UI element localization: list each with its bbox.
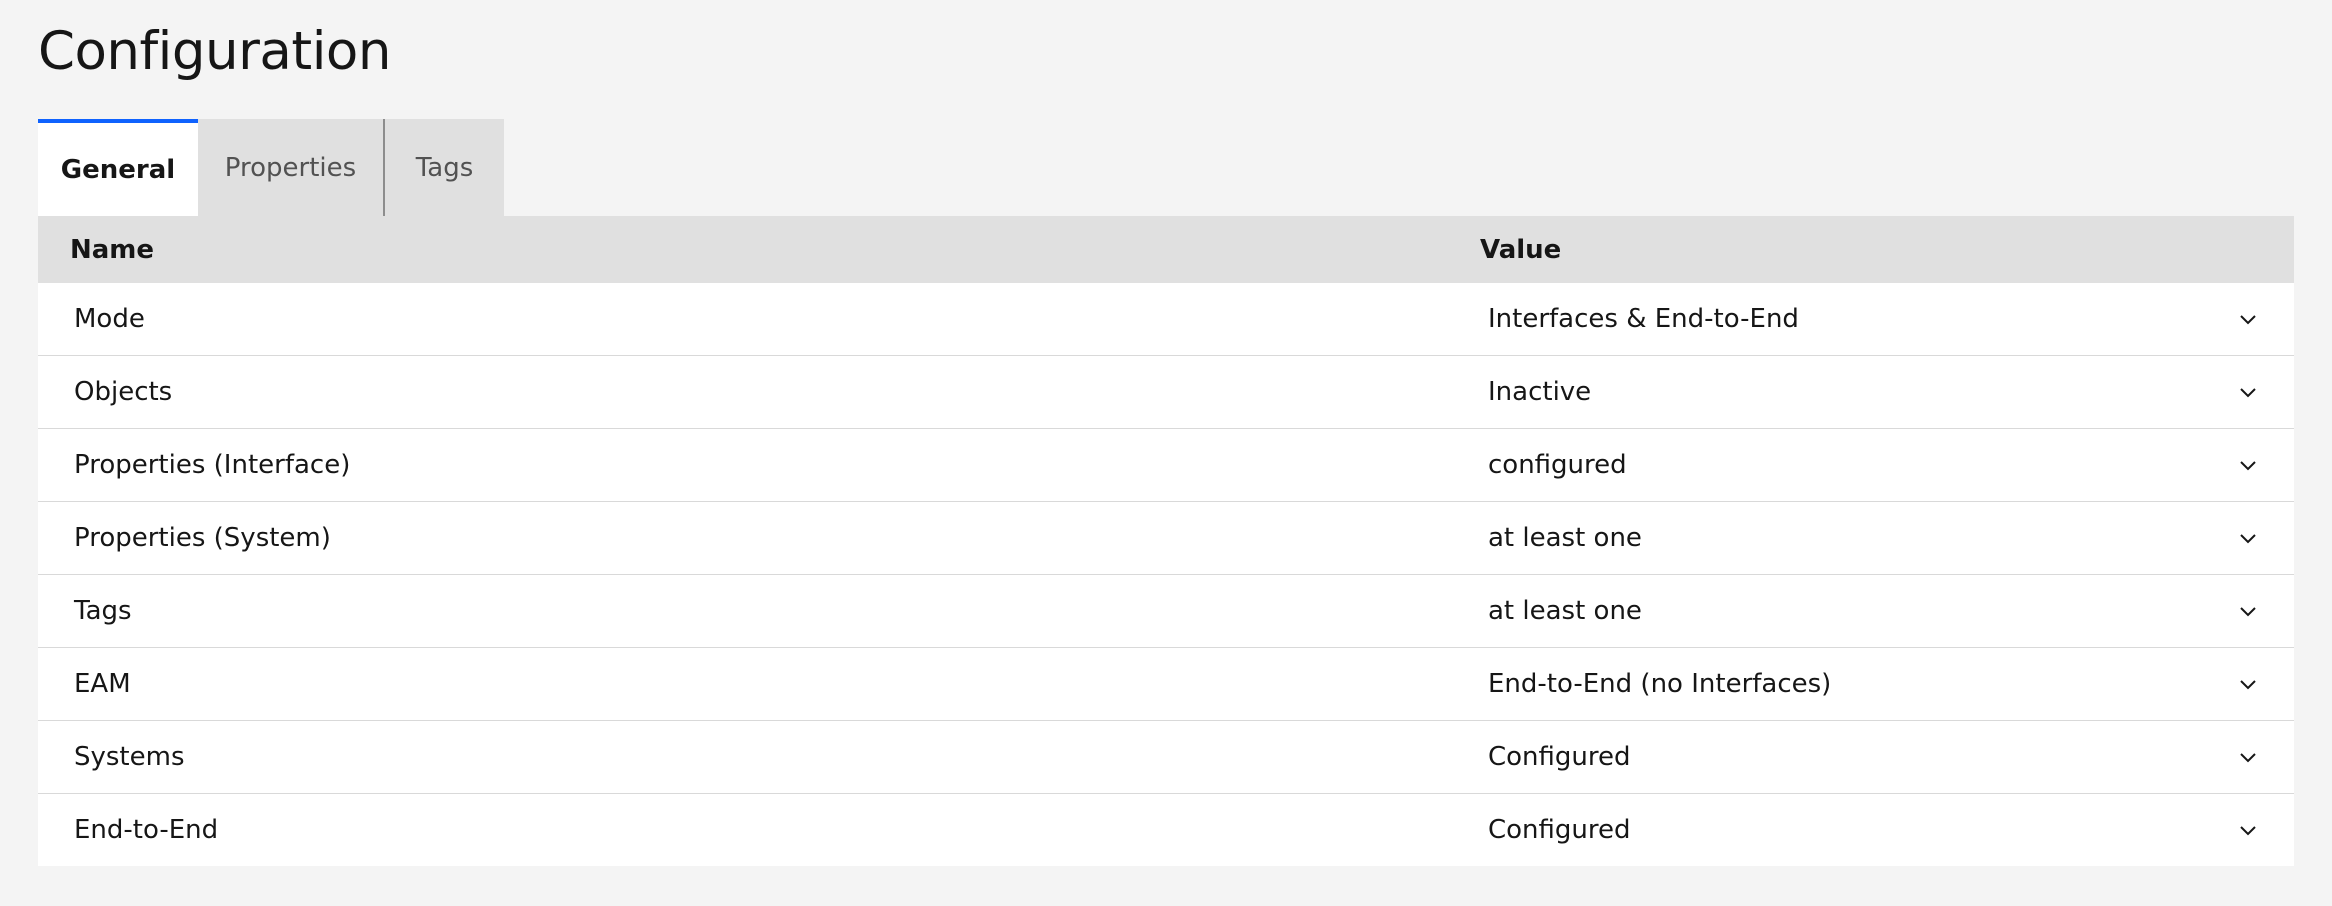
column-header-value: Value	[1480, 234, 1562, 265]
row-name: Tags	[74, 596, 132, 626]
tab-list: General Properties Tags	[38, 119, 504, 216]
chevron-down-icon[interactable]	[2238, 747, 2258, 767]
chevron-down-icon[interactable]	[2238, 309, 2258, 329]
table-row-properties-interface[interactable]: Properties (Interface) configured	[38, 429, 2294, 502]
table-row-end-to-end[interactable]: End-to-End Configured	[38, 794, 2294, 866]
row-name: Mode	[74, 304, 145, 334]
table-header: Name Value	[38, 216, 2294, 283]
row-name: EAM	[74, 669, 131, 699]
row-name: Systems	[74, 742, 185, 772]
table-row-eam[interactable]: EAM End-to-End (no Interfaces)	[38, 648, 2294, 721]
chevron-down-icon[interactable]	[2238, 674, 2258, 694]
row-name: End-to-End	[74, 815, 219, 845]
row-value: Inactive	[1488, 377, 1592, 407]
table-row-tags[interactable]: Tags at least one	[38, 575, 2294, 648]
table-row-properties-system[interactable]: Properties (System) at least one	[38, 502, 2294, 575]
tab-properties[interactable]: Properties	[198, 119, 385, 216]
table-row-objects[interactable]: Objects Inactive	[38, 356, 2294, 429]
row-value: Configured	[1488, 742, 1631, 772]
column-header-name: Name	[70, 234, 155, 265]
row-name: Properties (Interface)	[74, 450, 351, 480]
chevron-down-icon[interactable]	[2238, 455, 2258, 475]
tab-general[interactable]: General	[38, 119, 198, 216]
row-value: at least one	[1488, 523, 1642, 553]
chevron-down-icon[interactable]	[2238, 528, 2258, 548]
chevron-down-icon[interactable]	[2238, 382, 2258, 402]
row-value: Configured	[1488, 815, 1631, 845]
chevron-down-icon[interactable]	[2238, 601, 2258, 621]
configuration-table: Name Value Mode Interfaces & End-to-End …	[38, 216, 2294, 866]
row-value: Interfaces & End-to-End	[1488, 304, 1799, 334]
table-row-systems[interactable]: Systems Configured	[38, 721, 2294, 794]
chevron-down-icon[interactable]	[2238, 820, 2258, 840]
row-value: End-to-End (no Interfaces)	[1488, 669, 1832, 699]
table-row-mode[interactable]: Mode Interfaces & End-to-End	[38, 283, 2294, 356]
row-name: Properties (System)	[74, 523, 331, 553]
row-value: configured	[1488, 450, 1627, 480]
tab-tags[interactable]: Tags	[385, 119, 504, 216]
page-title: Configuration	[38, 21, 391, 82]
row-value: at least one	[1488, 596, 1642, 626]
row-name: Objects	[74, 377, 173, 407]
